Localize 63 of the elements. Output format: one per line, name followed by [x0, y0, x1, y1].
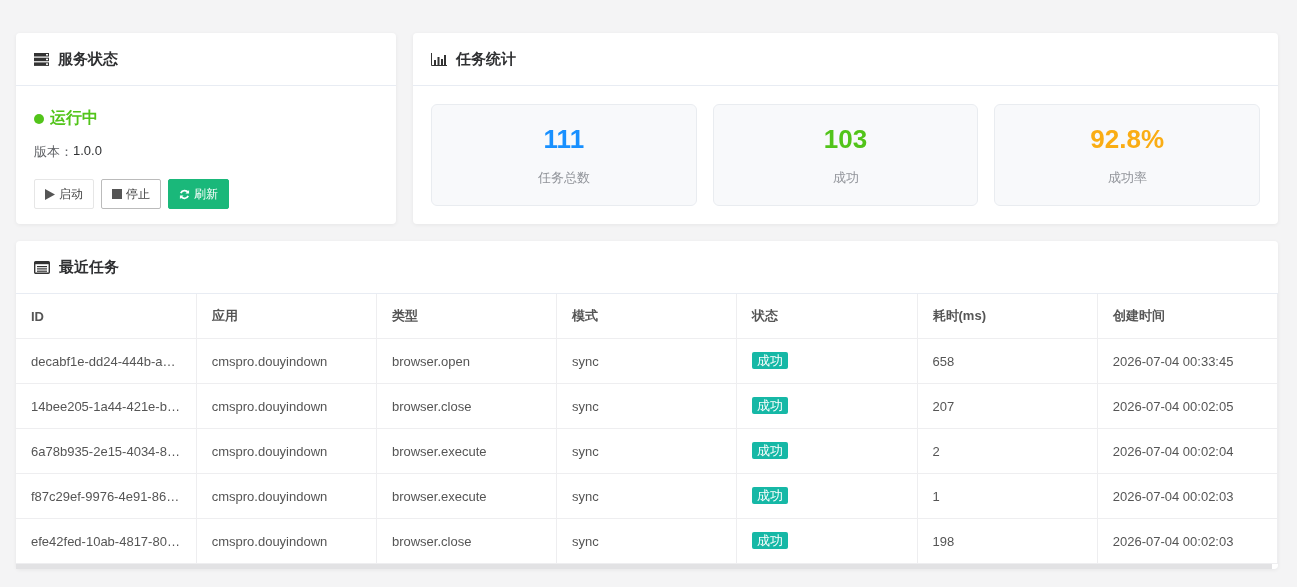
table-cell: browser.execute — [376, 428, 557, 474]
stat-label: 任务总数 — [537, 168, 590, 187]
column-header: 创建时间 — [1097, 294, 1278, 339]
table-cell: cmspro.douyindown — [196, 473, 377, 519]
action-button[interactable]: 停止 — [101, 179, 161, 209]
column-header: 耗时(ms) — [917, 294, 1098, 339]
table-cell: 2026-07-04 00:02:04 — [1097, 428, 1278, 474]
table-cell: 2026-07-04 00:02:05 — [1097, 383, 1278, 429]
status-text: 运行中 — [50, 108, 98, 128]
column-header: ID — [16, 294, 197, 339]
stat-value: 111 — [543, 123, 585, 155]
table-cell: browser.close — [376, 518, 557, 564]
table-cell: 14bee205-1a44-421e-b… — [16, 383, 197, 429]
action-button[interactable]: 启动 — [34, 179, 94, 209]
table-cell: 658 — [917, 338, 1098, 384]
table-cell: f87c29ef-9976-4e91-86… — [16, 473, 197, 519]
stop-icon — [112, 189, 122, 199]
table-cell: cmspro.douyindown — [196, 428, 377, 474]
refresh-icon — [179, 188, 190, 200]
status-badge: 成功 — [752, 352, 789, 369]
table-cell: browser.open — [376, 338, 557, 384]
table-cell: 2026-07-04 00:02:03 — [1097, 473, 1278, 519]
table-cell: sync — [556, 338, 737, 384]
column-header: 应用 — [196, 294, 377, 339]
table-cell: 198 — [917, 518, 1098, 564]
status-badge: 成功 — [752, 487, 789, 504]
version-label: 版本： — [34, 143, 73, 161]
table-cell: sync — [556, 383, 737, 429]
table-cell: 2026-07-04 00:02:03 — [1097, 518, 1278, 564]
table-cell: cmspro.douyindown — [196, 338, 377, 384]
table-cell: 2 — [917, 428, 1098, 474]
status-badge: 成功 — [752, 397, 789, 414]
stat-label: 成功 — [832, 168, 859, 187]
table-cell: sync — [556, 518, 737, 564]
version-value: 1.0.0 — [73, 143, 102, 160]
table-cell: 6a78b935-2e15-4034-8… — [16, 428, 197, 474]
table-cell: efe42fed-10ab-4817-80… — [16, 518, 197, 564]
table-cell: cmspro.douyindown — [196, 518, 377, 564]
status-badge: 成功 — [752, 532, 789, 549]
table-cell: browser.execute — [376, 473, 557, 519]
table-cell: 1 — [917, 473, 1098, 519]
stat-label: 成功率 — [1107, 168, 1147, 187]
column-header: 模式 — [556, 294, 737, 339]
table-cell: 2026-07-04 00:33:45 — [1097, 338, 1278, 384]
list-icon — [34, 260, 50, 274]
column-header: 状态 — [736, 294, 917, 339]
play-icon — [45, 188, 55, 200]
horizontal-scrollbar[interactable] — [16, 564, 1272, 569]
card-title: 任务统计 — [456, 49, 516, 69]
card-title: 最近任务 — [59, 257, 119, 277]
card-title: 服务状态 — [58, 49, 118, 69]
bar-chart-icon — [431, 52, 447, 66]
table-cell: sync — [556, 473, 737, 519]
table-cell: cmspro.douyindown — [196, 383, 377, 429]
column-header: 类型 — [376, 294, 557, 339]
table-cell: browser.close — [376, 383, 557, 429]
stat-value: 92.8% — [1090, 123, 1165, 155]
status-badge: 成功 — [752, 442, 789, 459]
table-cell: decabf1e-dd24-444b-a… — [16, 338, 197, 384]
stat-value: 103 — [823, 123, 868, 155]
server-icon — [34, 52, 49, 66]
table-cell: sync — [556, 428, 737, 474]
table-cell: 207 — [917, 383, 1098, 429]
